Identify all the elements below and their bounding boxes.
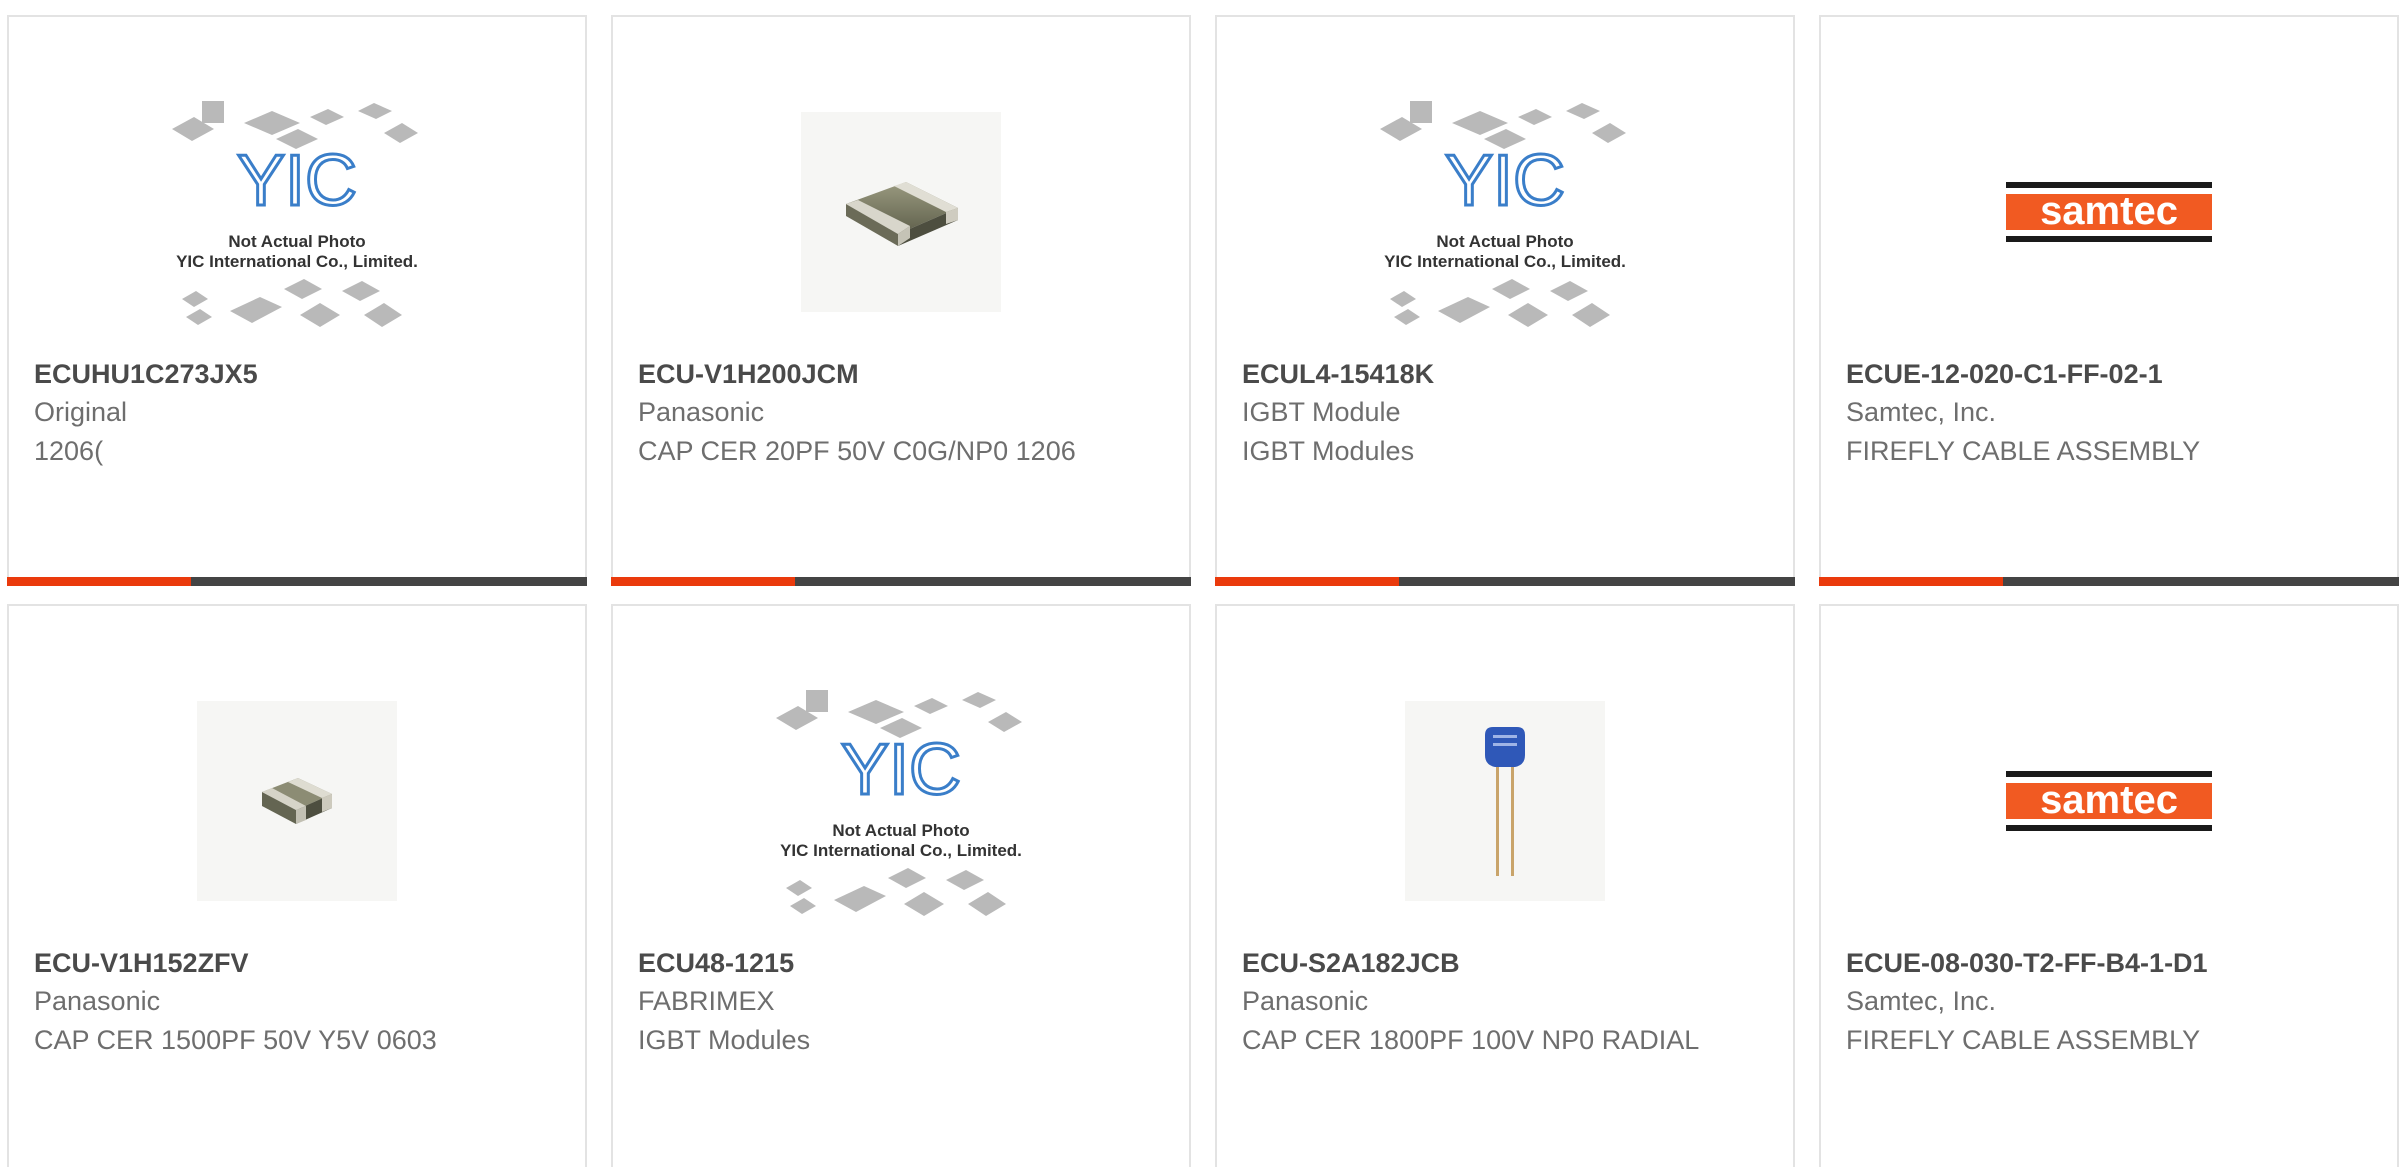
product-grid: YIC Not Actual Photo YIC International C… (0, 0, 2400, 1167)
product-card[interactable]: samtec ECUE-08-030-T2-FF-B4-1-D1 Samtec,… (1819, 604, 2399, 1167)
product-image[interactable]: YIC Not Actual Photo YIC International C… (1360, 77, 1650, 347)
card-bottom-bar (7, 577, 587, 586)
product-image[interactable] (1360, 666, 1650, 936)
description: 1206( (34, 436, 104, 466)
manufacturer: Samtec, Inc. (1846, 986, 1997, 1016)
product-card[interactable]: YIC Not Actual Photo YIC International C… (1215, 15, 1795, 586)
description: CAP CER 1500PF 50V Y5V 0603 (34, 1025, 437, 1055)
product-card[interactable]: ECU-S2A182JCB Panasonic CAP CER 1800PF 1… (1215, 604, 1795, 1167)
description: FIREFLY CABLE ASSEMBLY (1846, 436, 2201, 466)
card-accent (7, 577, 191, 586)
part-number[interactable]: ECUE-08-030-T2-FF-B4-1-D1 (1846, 948, 2208, 979)
placeholder-line1: Not Actual Photo (228, 232, 365, 251)
manufacturer: Panasonic (1242, 986, 1369, 1016)
description: IGBT Modules (1242, 436, 1415, 466)
card-bottom-bar (1819, 577, 2399, 586)
chip-capacitor-icon (846, 182, 958, 246)
part-number[interactable]: ECU48-1215 (638, 948, 794, 979)
product-card[interactable]: ECU-V1H200JCM Panasonic CAP CER 20PF 50V… (611, 15, 1191, 586)
manufacturer: Original (34, 397, 128, 427)
part-number[interactable]: ECU-V1H152ZFV (34, 948, 249, 979)
manufacturer: Panasonic (34, 986, 161, 1016)
description: CAP CER 20PF 50V C0G/NP0 1206 (638, 436, 1076, 466)
yic-placeholder-image: YIC Not Actual Photo YIC International C… (172, 101, 418, 327)
samtec-logo-image: samtec (2006, 771, 2212, 831)
chip-capacitor-photo (801, 112, 1001, 312)
samtec-logo: samtec (2040, 778, 2178, 822)
placeholder-line1: Not Actual Photo (1436, 232, 1573, 251)
chip-capacitor-photo (197, 701, 397, 901)
manufacturer: Samtec, Inc. (1846, 397, 1997, 427)
manufacturer: FABRIMEX (638, 986, 775, 1016)
product-card[interactable]: ECU-V1H152ZFV Panasonic CAP CER 1500PF 5… (7, 604, 587, 1167)
placeholder-line2: YIC International Co., Limited. (1384, 252, 1626, 271)
card-accent (1215, 577, 1399, 586)
yic-placeholder-image: YIC Not Actual Photo YIC International C… (1380, 101, 1626, 327)
samtec-logo-image: samtec (2006, 182, 2212, 242)
description: IGBT Modules (638, 1025, 811, 1055)
yic-placeholder-image: YIC Not Actual Photo YIC International C… (776, 690, 1022, 916)
yic-logo: YIC (1445, 141, 1565, 221)
yic-logo: YIC (841, 730, 961, 810)
part-number[interactable]: ECUHU1C273JX5 (34, 359, 258, 390)
product-card[interactable]: YIC Not Actual Photo YIC International C… (7, 15, 587, 586)
manufacturer: IGBT Module (1242, 397, 1401, 427)
product-image[interactable]: samtec (1964, 666, 2254, 936)
part-number[interactable]: ECUL4-15418K (1242, 359, 1434, 390)
manufacturer: Panasonic (638, 397, 765, 427)
yic-logo: YIC (237, 141, 357, 221)
product-image[interactable] (152, 666, 442, 936)
chip-capacitor-icon (262, 778, 332, 824)
product-image[interactable]: YIC Not Actual Photo YIC International C… (756, 666, 1046, 936)
description: FIREFLY CABLE ASSEMBLY (1846, 1025, 2201, 1055)
card-bottom-bar (1215, 577, 1795, 586)
placeholder-line2: YIC International Co., Limited. (780, 841, 1022, 860)
part-number[interactable]: ECUE-12-020-C1-FF-02-1 (1846, 359, 2163, 390)
placeholder-line1: Not Actual Photo (832, 821, 969, 840)
product-card[interactable]: samtec ECUE-12-020-C1-FF-02-1 Samtec, In… (1819, 15, 2399, 586)
part-number[interactable]: ECU-S2A182JCB (1242, 948, 1460, 979)
product-image[interactable] (756, 77, 1046, 347)
description: CAP CER 1800PF 100V NP0 RADIAL (1242, 1025, 1700, 1055)
card-accent (611, 577, 795, 586)
product-image[interactable]: YIC Not Actual Photo YIC International C… (152, 77, 442, 347)
radial-capacitor-photo (1405, 701, 1605, 901)
card-accent (1819, 577, 2003, 586)
placeholder-line2: YIC International Co., Limited. (176, 252, 418, 271)
product-image[interactable]: samtec (1964, 77, 2254, 347)
part-number[interactable]: ECU-V1H200JCM (638, 359, 859, 390)
product-card[interactable]: YIC Not Actual Photo YIC International C… (611, 604, 1191, 1167)
card-bottom-bar (611, 577, 1191, 586)
samtec-logo: samtec (2040, 189, 2178, 233)
radial-capacitor-icon (1485, 727, 1525, 876)
